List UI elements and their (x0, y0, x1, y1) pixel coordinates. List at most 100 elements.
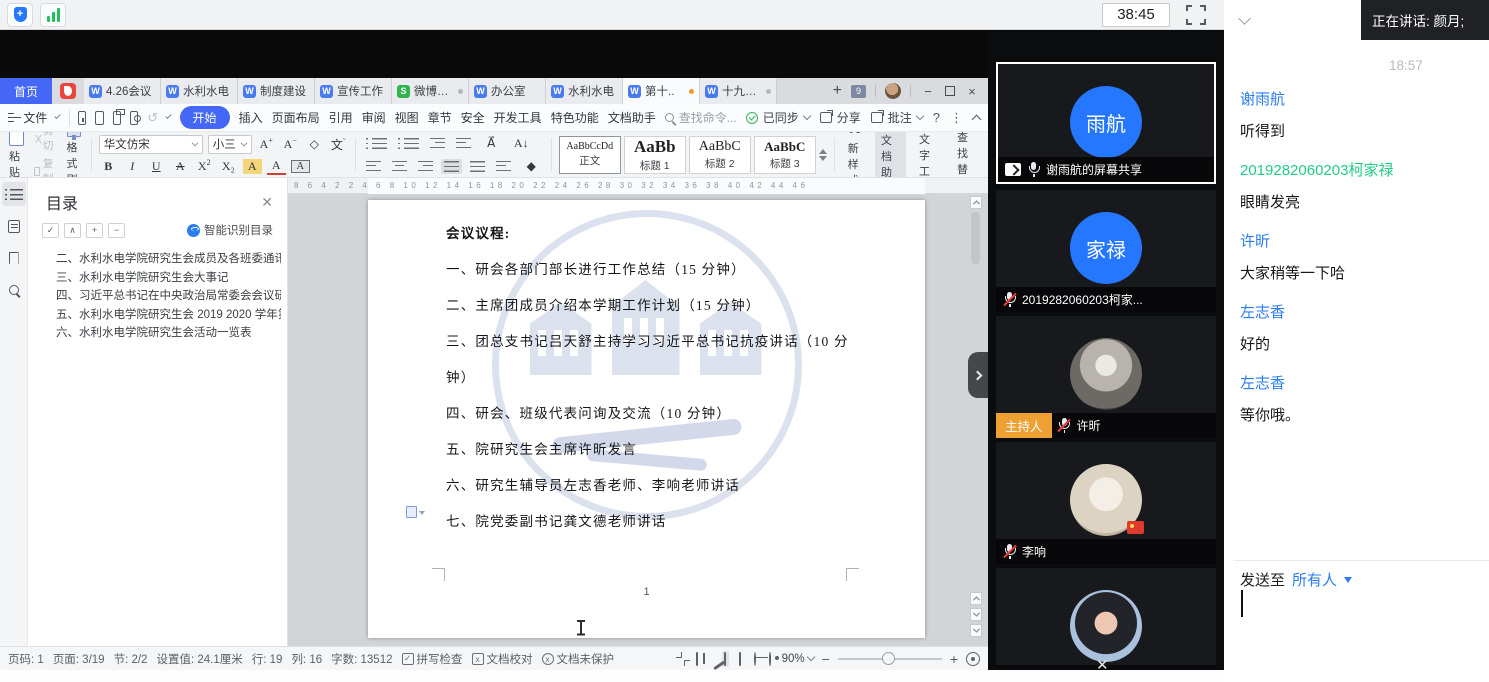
chat-input[interactable] (1234, 585, 1483, 675)
toc-item[interactable]: 二、水利水电学院研究生会成员及各班委通讯录 (56, 250, 281, 269)
underline-icon[interactable]: U (147, 159, 166, 174)
help-button[interactable]: ? (933, 110, 940, 125)
increase-indent-icon[interactable] (453, 136, 474, 151)
menu-tab-security[interactable]: 安全 (461, 109, 485, 126)
align-right-icon[interactable] (415, 159, 436, 174)
bold-icon[interactable]: B (99, 159, 118, 174)
grow-font-icon[interactable]: A+ (257, 136, 276, 152)
toc-zoom-in-button[interactable]: + (86, 223, 103, 238)
menu-tab-features[interactable]: 特色功能 (551, 109, 599, 126)
character-border-icon[interactable]: A (291, 160, 310, 173)
toc-item[interactable]: 三、水利水电学院研究生会大事记 (56, 269, 281, 288)
vertical-scrollbar[interactable] (970, 196, 982, 640)
zoom-slider-knob[interactable] (882, 652, 895, 665)
menu-tab-start[interactable]: 开始 (180, 106, 230, 129)
chat-sender-name[interactable]: 谢雨航 (1240, 84, 1481, 116)
sort-icon[interactable]: A↓ (509, 134, 534, 153)
styles-scroll-down[interactable] (819, 156, 827, 165)
scroll-up-button[interactable] (970, 196, 982, 209)
wps-home-tab[interactable]: 首页 (0, 78, 52, 104)
redo-dropdown-icon[interactable] (166, 113, 173, 120)
doc-tab-9[interactable]: W十九届研 (700, 78, 777, 104)
security-shield-button[interactable] (7, 3, 33, 27)
web-view-button[interactable] (752, 651, 759, 667)
chat-sender-name[interactable]: 2019282060203柯家禄 (1240, 155, 1481, 187)
fullscreen-view-button[interactable] (681, 657, 686, 661)
share-button[interactable]: 分享 (820, 109, 861, 126)
restore-button[interactable] (945, 86, 955, 96)
toc-zoom-out-button[interactable]: − (108, 223, 125, 238)
doc-tab-2[interactable]: W水利水电 (161, 78, 238, 104)
participant-tile-sharing[interactable]: 雨航 谢雨航的屏幕共享 (996, 62, 1216, 184)
fit-page-button[interactable] (966, 652, 980, 666)
toc-item[interactable]: 六、水利水电学院研究生会活动一览表 (56, 324, 281, 343)
font-size-select[interactable]: 小三 (208, 135, 252, 154)
doc-tab-3[interactable]: W制度建设 (238, 78, 315, 104)
toc-expand-all-button[interactable]: ✓ (42, 223, 59, 238)
print-preview-icon[interactable] (130, 111, 138, 125)
scroll-down-button[interactable] (970, 624, 982, 637)
save-icon[interactable] (78, 111, 86, 125)
new-style-button[interactable]: A̋ 新样式 (842, 132, 868, 178)
menu-tab-view[interactable]: 视图 (395, 109, 419, 126)
doc-protection-button[interactable]: x 文档未保护 (542, 651, 615, 667)
comment-button[interactable]: 批注 (871, 109, 923, 126)
close-button[interactable]: × (964, 84, 980, 99)
file-menu[interactable]: 文件 (23, 109, 47, 126)
document-page[interactable]: 会议议程: 一、研会各部门部长进行工作总结（15 分钟） 二、主席团成员介绍本学… (368, 200, 925, 638)
smart-toc-button[interactable]: 智能识别目录 (187, 222, 273, 238)
style-heading1[interactable]: AaBb 标题 1 (624, 136, 686, 174)
menu-tab-references[interactable]: 引用 (329, 109, 353, 126)
doc-assistant-button[interactable]: 文档助手 (875, 132, 906, 178)
find-pane-button[interactable] (2, 278, 26, 302)
numbered-list-icon[interactable] (395, 136, 422, 151)
clear-format-icon[interactable]: ◇ (305, 137, 324, 152)
menu-tab-section[interactable]: 章节 (428, 109, 452, 126)
doc-tab-1[interactable]: W4.26会议 (84, 78, 161, 104)
menu-tab-page-layout[interactable]: 页面布局 (272, 109, 320, 126)
collapse-ribbon-button[interactable] (972, 114, 982, 124)
menu-tab-dev-tools[interactable]: 开发工具 (494, 109, 542, 126)
distribute-icon[interactable] (467, 159, 488, 174)
participant-tile-host[interactable]: 主持人 许昕 (996, 316, 1216, 438)
pinyin-guide-icon[interactable]: 文˜ (329, 136, 348, 153)
highlight-icon[interactable]: A (243, 159, 262, 174)
next-page-button[interactable] (970, 608, 982, 621)
command-search[interactable]: 查找命令... (665, 109, 737, 126)
doc-tab-5[interactable]: S微博阅读 (392, 78, 469, 104)
font-color-icon[interactable]: A (267, 158, 286, 175)
new-tab-button[interactable]: + (833, 82, 842, 100)
cut-button[interactable]: 剪切 (34, 132, 57, 153)
chat-sender-name[interactable]: 左志香 (1240, 297, 1481, 329)
chat-sender-name[interactable]: 许昕 (1240, 226, 1481, 258)
text-direction-icon[interactable]: A⃗ (479, 134, 504, 153)
network-quality-button[interactable] (40, 3, 66, 27)
chat-collapse-chevron[interactable] (1238, 12, 1251, 25)
participant-tile[interactable]: 张灯工作 (996, 568, 1216, 670)
style-heading2[interactable]: AaBbC 标题 2 (689, 136, 751, 174)
toc-item[interactable]: 五、水利水电学院研究生会 2019 2020 学年第二学... (56, 306, 281, 325)
justify-icon[interactable] (441, 159, 462, 174)
paragraph-options-icon[interactable] (406, 506, 417, 518)
chat-sender-name[interactable]: 左志香 (1240, 368, 1481, 400)
format-painter-button[interactable]: 格式刷 (64, 132, 84, 178)
toc-collapse-button[interactable]: ∧ (64, 223, 81, 238)
doc-tab-active[interactable]: W第十.. (623, 78, 700, 104)
zoom-level-dropdown[interactable]: 90% (782, 653, 814, 665)
style-heading3[interactable]: AaBbC 标题 3 (754, 136, 816, 174)
toc-pane-button[interactable] (2, 182, 26, 206)
bookmarks-button[interactable] (2, 246, 26, 270)
paste-button[interactable]: 粘贴 (6, 132, 27, 178)
status-word-count[interactable]: 字数: 13512 (331, 651, 392, 667)
zoom-out-button[interactable]: − (822, 651, 830, 667)
export-icon[interactable] (95, 111, 103, 125)
fullscreen-button[interactable] (1186, 5, 1206, 25)
superscript-icon[interactable]: X2 (195, 158, 214, 174)
sync-status-button[interactable]: 已同步 (746, 109, 810, 126)
undo-icon[interactable]: ↺ (147, 110, 158, 126)
subscript-icon[interactable]: X₂ (219, 159, 238, 174)
zoom-slider[interactable] (838, 652, 942, 666)
doc-proofing-button[interactable]: x 文档校对 (472, 651, 533, 667)
menu-tab-insert[interactable]: 插入 (239, 109, 263, 126)
doc-tab-7[interactable]: W水利水电 (546, 78, 623, 104)
